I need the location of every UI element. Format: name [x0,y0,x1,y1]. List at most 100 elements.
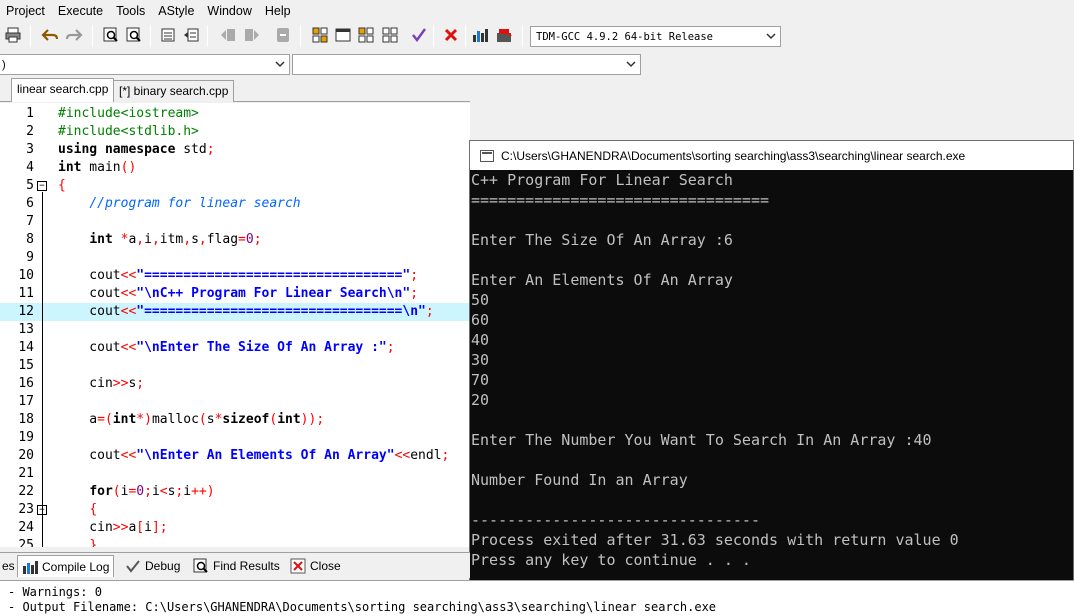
tab-resources-partial[interactable]: es [0,555,19,577]
tab-binary-search[interactable]: [*] binary search.cpp [113,80,235,102]
code-line[interactable]: 12 cout<<"==============================… [0,303,470,321]
scope-select-value: ) [2,58,6,71]
chevron-down-icon [275,59,285,72]
line-number: 22 [18,484,34,499]
code-text: cin>>s; [58,376,145,391]
run-icon[interactable] [333,25,353,45]
code-text: int *a,i,itm,s,flag=0; [89,232,262,247]
code-line[interactable]: 20 cout<<"\nEnter An Elements Of An Arra… [0,447,470,465]
check-icon [125,559,141,573]
find-icon[interactable] [101,25,121,45]
code-editor[interactable]: 1 #include<iostream> 2 #include<stdlib.h> 3 u… [0,103,470,547]
code-text: } [89,538,98,547]
bookmark-next-icon[interactable] [242,25,262,45]
code-line[interactable]: 3 using namespace std; [0,141,470,159]
code-line[interactable]: 17 [0,393,470,411]
stop-icon[interactable] [441,25,461,45]
code-line[interactable]: 19 [0,429,470,447]
editor-tabs: linear search.cpp [*] binary search.cpp [0,78,470,102]
code-line[interactable]: 21 [0,465,470,483]
code-line[interactable]: 11 cout<<"\nC++ Program For Linear Searc… [0,285,470,303]
line-number: 24 [18,520,34,535]
undo-icon[interactable] [40,25,60,45]
line-number: 23 [18,502,34,517]
code-line[interactable]: 9 [0,249,470,267]
debug-icon[interactable] [495,25,515,45]
unindent-icon[interactable] [181,25,201,45]
line-number: 12 [18,304,34,319]
chart-icon[interactable] [471,25,491,45]
class-browser-bar: ) [0,52,1074,76]
compile-icon[interactable] [310,25,330,45]
line-number: 13 [18,322,34,337]
console-line: ================================= [471,191,770,209]
line-number: 3 [26,142,34,157]
code-line[interactable]: 15 [0,357,470,375]
menu-execute[interactable]: Execute [58,4,103,18]
syntax-check-icon[interactable] [409,25,429,45]
menu-bar: Project Execute Tools AStyle Window Help [0,0,1074,22]
scope-select[interactable]: ) [0,54,290,75]
line-number: 6 [26,196,34,211]
line-number: 8 [26,232,34,247]
tab-resources-label: es [2,559,15,573]
code-line[interactable]: 2 #include<stdlib.h> [0,123,470,141]
menu-tools[interactable]: Tools [116,4,145,18]
code-line[interactable]: 14 cout<<"\nEnter The Size Of An Array :… [0,339,470,357]
code-line[interactable]: 16 cin>>s; [0,375,470,393]
toggle-comment-icon[interactable] [273,25,293,45]
compile-run-icon[interactable] [356,25,376,45]
redo-icon[interactable] [64,25,84,45]
line-number: 2 [26,124,34,139]
console-window[interactable]: C:\Users\GHANENDRA\Documents\sorting sea… [469,140,1074,580]
console-titlebar[interactable]: C:\Users\GHANENDRA\Documents\sorting sea… [470,141,1073,170]
console-line: Number Found In an Array [471,471,688,489]
tab-compile-log[interactable]: Compile Log [17,555,115,577]
compiler-select[interactable]: TDM-GCC 4.9.2 64-bit Release [530,26,781,47]
indent-icon[interactable] [158,25,178,45]
line-number: 4 [26,160,34,175]
code-line[interactable]: 24 cin>>a[i]; [0,519,470,537]
line-number: 18 [18,412,34,427]
code-line[interactable]: 6 //program for linear search [0,195,470,213]
menu-astyle[interactable]: AStyle [158,4,194,18]
code-line[interactable]: 22 for(i=0;i<s;i++) [0,483,470,501]
code-line[interactable]: 1 #include<iostream> [0,105,470,123]
tab-close[interactable]: Close [286,555,345,577]
tab-compile-log-label: Compile Log [42,559,110,574]
console-line: 50 [471,291,490,309]
menu-help[interactable]: Help [265,4,291,18]
tab-linear-search[interactable]: linear search.cpp [11,78,115,102]
fold-toggle-icon[interactable]: − [37,181,47,191]
code-text: cout<<"\nEnter The Size Of An Array :"; [58,340,395,355]
tab-find-results[interactable]: Find Results [189,555,284,577]
print-icon[interactable] [3,25,23,45]
compiler-select-value: TDM-GCC 4.9.2 64-bit Release [536,30,714,43]
bookmark-icon[interactable] [218,25,238,45]
fold-guide [42,192,43,547]
tab-debug[interactable]: Debug [121,555,184,577]
code-line[interactable]: 25 } [0,537,470,547]
code-text: using namespace std; [58,142,215,157]
console-line: Press any key to continue . . . [471,551,751,569]
code-line[interactable]: 10 cout<<"==============================… [0,267,470,285]
line-number: 11 [18,286,34,301]
rebuild-icon[interactable] [380,25,400,45]
menu-window[interactable]: Window [207,4,251,18]
line-number: 7 [26,214,34,229]
code-line[interactable]: 5− { [0,177,470,195]
code-line[interactable]: 7 [0,213,470,231]
code-line[interactable]: 4 int main() [0,159,470,177]
replace-icon[interactable] [124,25,144,45]
console-output[interactable]: C++ Program For Linear Search ===========… [470,170,1073,580]
compile-log[interactable]: - Warnings: 0 - Output Filename: C:\User… [0,580,1074,616]
code-line[interactable]: 8 int *a,i,itm,s,flag=0; [0,231,470,249]
member-select[interactable] [292,54,641,75]
line-number: 15 [18,358,34,373]
code-line[interactable]: 18 a=(int*)malloc(s*sizeof(int)); [0,411,470,429]
menu-project[interactable]: Project [6,4,45,18]
code-line[interactable]: 13 [0,321,470,339]
line-number: 20 [18,448,34,463]
code-text: { [89,502,98,517]
code-line[interactable]: 23− { [0,501,470,519]
